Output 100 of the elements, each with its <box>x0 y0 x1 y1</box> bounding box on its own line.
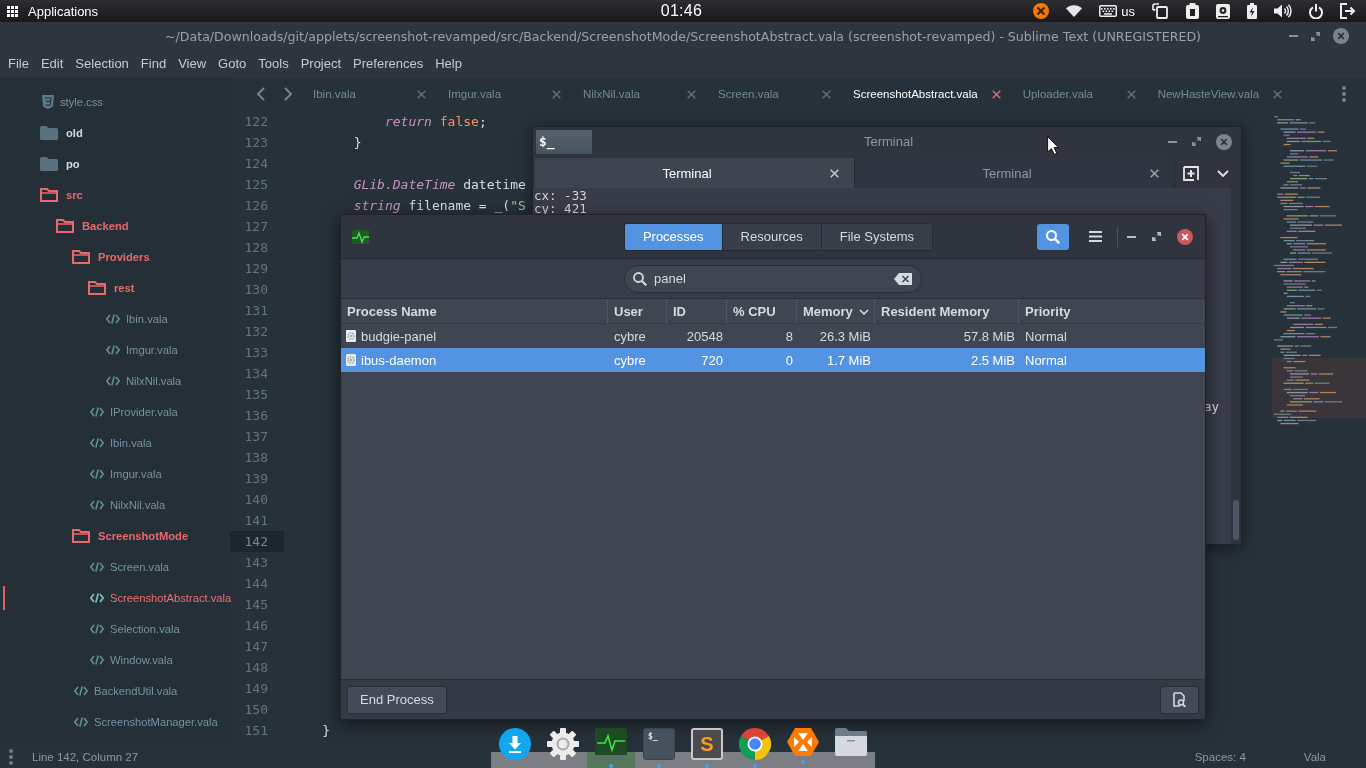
heartbeat-icon <box>352 229 369 244</box>
keyboard-layout[interactable]: us <box>1121 3 1135 19</box>
search-button[interactable] <box>1037 223 1069 250</box>
sidebar-item[interactable]: src <box>0 179 230 210</box>
code-icon <box>90 468 104 479</box>
wifi-icon[interactable] <box>1066 5 1083 17</box>
close-icon[interactable] <box>1273 89 1283 99</box>
view-tab[interactable]: Processes <box>624 223 722 250</box>
terminal-icon: $_ <box>643 728 675 760</box>
power-icon[interactable] <box>1309 3 1323 19</box>
sidebar-item[interactable]: old <box>0 117 230 148</box>
gear-file-icon <box>346 354 356 366</box>
column-header[interactable]: User <box>607 299 666 324</box>
clipboard-icon[interactable] <box>1186 3 1199 19</box>
column-header[interactable]: Priority <box>1018 299 1205 324</box>
code-line: GLib.DateTime datetime <box>352 177 526 192</box>
end-process-button[interactable]: End Process <box>347 685 447 714</box>
vertical-dots-icon[interactable] <box>9 748 13 765</box>
close-icon[interactable] <box>991 89 1001 99</box>
editor-tab[interactable]: NewHasteView.vala <box>1145 77 1293 111</box>
view-tab[interactable]: File Systems <box>820 223 933 250</box>
sidebar-item[interactable]: NilxNil.vala <box>0 365 230 396</box>
terminal-tab[interactable]: Terminal <box>535 158 855 188</box>
column-header[interactable]: % CPU <box>726 299 796 324</box>
close-icon[interactable] <box>822 89 831 99</box>
editor-tab[interactable]: Uploader.vala <box>1010 77 1146 111</box>
sidebar-item[interactable]: po <box>0 148 230 179</box>
syntax-setting[interactable]: Vala <box>1303 750 1326 763</box>
menu-item[interactable]: Edit <box>34 54 70 73</box>
close-icon <box>1216 133 1232 150</box>
keyboard-icon[interactable] <box>1099 5 1118 17</box>
search-field[interactable]: panel <box>624 264 922 293</box>
line-number: 135 <box>244 387 268 402</box>
vertical-dots-icon[interactable] <box>1342 86 1346 102</box>
sidebar-item[interactable]: IProvider.vala <box>0 396 230 427</box>
sidebar-item[interactable]: BackendUtil.vala <box>0 675 230 706</box>
menu-item[interactable]: Selection <box>69 54 135 73</box>
screen-rotate-icon[interactable] <box>1152 3 1169 19</box>
close-icon[interactable] <box>1150 168 1159 178</box>
sidebar-item[interactable]: Imgur.vala <box>0 458 230 489</box>
sidebar-item[interactable]: Window.vala <box>0 644 230 675</box>
column-header[interactable]: Resident Memory <box>874 299 1018 324</box>
close-icon[interactable] <box>552 89 561 99</box>
menu-item[interactable]: Find <box>134 54 173 73</box>
backspace-icon[interactable] <box>894 272 912 285</box>
properties-button[interactable] <box>1160 685 1199 714</box>
code-icon <box>90 623 104 634</box>
crossed-circle-icon[interactable] <box>1033 3 1050 19</box>
editor-tab[interactable]: Imgur.vala <box>436 77 571 111</box>
menu-item[interactable]: Goto <box>212 54 253 73</box>
sidebar-item[interactable]: Ibin.vala <box>0 303 230 334</box>
menu-item[interactable]: Preferences <box>347 54 430 73</box>
close-icon[interactable] <box>687 89 696 99</box>
document-search-icon <box>1173 692 1186 707</box>
column-header[interactable]: Process Name <box>341 299 607 324</box>
code-icon <box>90 654 104 665</box>
sidebar-item[interactable]: Providers <box>0 241 230 272</box>
close-icon[interactable] <box>417 89 426 99</box>
indentation-setting[interactable]: Spaces: 4 <box>1194 750 1246 763</box>
sidebar-item[interactable]: ScreenshotMode <box>0 520 230 551</box>
editor-tab[interactable]: NilxNil.vala <box>571 77 706 111</box>
maximize-button[interactable] <box>1149 229 1164 244</box>
battery-charging-icon[interactable] <box>1247 3 1257 19</box>
sidebar-item[interactable]: style.css <box>0 86 230 117</box>
process-row[interactable]: ibus-daemon cybre 720 0 1.7 MiB 2.5 MiB Normal <box>341 348 1205 372</box>
menu-item[interactable]: File <box>2 54 35 73</box>
scrollbar-thumb[interactable] <box>1233 500 1239 540</box>
editor-tab[interactable]: ScreenshotAbstract.vala <box>841 77 1011 111</box>
menu-item[interactable]: Tools <box>252 54 295 73</box>
column-header[interactable]: Memory <box>796 299 874 324</box>
sidebar-item[interactable]: Selection.vala <box>0 613 230 644</box>
table-cell: 720 <box>701 352 723 368</box>
minimap[interactable] <box>1272 115 1366 427</box>
dock-launcher[interactable]: S <box>683 728 731 768</box>
volume-icon[interactable] <box>1274 4 1292 18</box>
line-number: 141 <box>244 513 268 528</box>
menu-item[interactable]: Project <box>294 54 348 73</box>
logout-icon[interactable] <box>1340 3 1356 19</box>
editor-tab[interactable]: Ibin.vala <box>301 77 436 111</box>
sidebar-item[interactable]: NilxNil.vala <box>0 489 230 520</box>
menu-item[interactable]: Help <box>429 54 468 73</box>
maximize-button[interactable] <box>1189 134 1204 149</box>
sidebar-item[interactable]: Imgur.vala <box>0 334 230 365</box>
new-tab-icon <box>1183 165 1199 181</box>
view-tab[interactable]: Resources <box>721 223 821 250</box>
sidebar-item[interactable]: Backend <box>0 210 230 241</box>
sidebar-item[interactable]: rest <box>0 272 230 303</box>
applications-menu[interactable]: Applications <box>7 0 99 22</box>
editor-tab[interactable]: Screen.vala <box>706 77 841 111</box>
menu-item[interactable]: View <box>172 54 213 73</box>
clock[interactable]: 01:46 <box>660 2 703 20</box>
close-icon[interactable] <box>1126 89 1136 99</box>
process-row[interactable]: budgie-panel cybre 20548 8 26.3 MiB 57.8 MiB Normal <box>341 324 1205 348</box>
sidebar-item[interactable]: Screen.vala <box>0 551 230 582</box>
sidebar-item[interactable]: ScreenshotManager.vala <box>0 706 230 737</box>
minimize-button[interactable] <box>1286 32 1301 40</box>
sidebar-item[interactable]: Ibin.vala <box>0 427 230 458</box>
column-header[interactable]: ID <box>666 299 726 324</box>
scrollbar[interactable] <box>1231 188 1241 544</box>
dock-launcher[interactable]: $_ <box>635 728 683 768</box>
